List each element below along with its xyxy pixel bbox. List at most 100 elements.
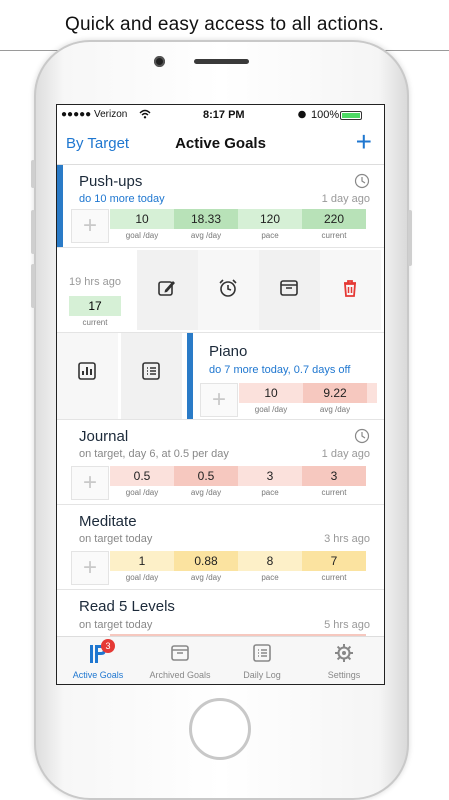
- goal-title: Meditate: [79, 513, 137, 530]
- goal-row-swiped-actions: 19 hrs ago 17 current: [57, 248, 384, 332]
- log-action[interactable]: [121, 333, 182, 419]
- stat-pace: 8: [238, 551, 302, 571]
- tab-archived-goals[interactable]: Archived Goals: [139, 637, 221, 684]
- stat-label: current: [82, 318, 108, 327]
- tab-label: Settings: [327, 670, 361, 680]
- archive-action[interactable]: [259, 250, 320, 330]
- stat-avg-per-day: 18.33: [174, 209, 238, 229]
- alarm-icon: [297, 109, 307, 122]
- power-button: [408, 210, 412, 266]
- stat-avg-per-day: 0.88: [174, 551, 238, 571]
- reminder-action[interactable]: [198, 250, 259, 330]
- stat-label: pace: [261, 231, 279, 240]
- stat-current: 7: [302, 551, 366, 571]
- archive-icon: [280, 280, 298, 296]
- goal-updated-time: 1 day ago: [321, 193, 370, 205]
- goal-updated-time: 3 hrs ago: [324, 533, 370, 545]
- goal-row-read-5-levels[interactable]: Read 5 Levels on target today 5 hrs ago: [57, 590, 384, 636]
- wifi-icon: [139, 109, 151, 122]
- tab-active-goals[interactable]: 3 Active Goals: [57, 637, 139, 684]
- stats-cells: 10 18.33 120 220: [110, 209, 366, 229]
- stat-current: 17: [69, 296, 121, 316]
- goal-row-meditate[interactable]: Meditate on target today 3 hrs ago + 1 0…: [57, 505, 384, 589]
- earpiece: [194, 59, 249, 64]
- tab-settings[interactable]: Settings: [303, 637, 384, 684]
- stat-avg-per-day: 0.5: [174, 466, 238, 486]
- stats-labels: goal /day avg /day pace current: [110, 573, 366, 582]
- stat-label: current: [321, 573, 347, 582]
- stat-label: current: [321, 231, 347, 240]
- stat-pace: 3: [238, 466, 302, 486]
- list-icon: [253, 644, 271, 662]
- stat-label: goal /day: [125, 488, 159, 497]
- gear-icon: [335, 644, 353, 662]
- clock-icon: [354, 173, 370, 189]
- stat-pace: 120: [238, 209, 302, 229]
- goal-title: Journal: [79, 428, 129, 445]
- status-bar: ●●●●● Verizon 8:17 PM 100%: [57, 105, 384, 125]
- goal-title: Push-ups: [79, 173, 143, 190]
- volume-up-button: [31, 210, 35, 254]
- sort-by-target-button[interactable]: By Target: [66, 135, 129, 152]
- list-icon: [142, 362, 160, 380]
- clock-icon: [354, 428, 370, 444]
- add-goal-button[interactable]: +: [356, 127, 372, 157]
- phone-screen: ●●●●● Verizon 8:17 PM 100% Active Goals …: [56, 104, 385, 685]
- accent-bar: [57, 165, 63, 247]
- stat-label: avg /day: [190, 231, 222, 240]
- battery-icon: [340, 111, 362, 120]
- goal-row-journal[interactable]: Journal on target, day 6, at 0.5 per day…: [57, 420, 384, 504]
- notification-badge: 3: [101, 639, 115, 653]
- goal-updated-time: 1 day ago: [321, 448, 370, 460]
- goal-status: do 7 more today, 0.7 days off: [209, 364, 351, 376]
- stats-action[interactable]: [57, 333, 118, 419]
- archive-icon: [171, 645, 189, 661]
- alarm-clock-icon: [219, 279, 237, 297]
- goal-status: on target today: [79, 533, 153, 545]
- trash-icon: [344, 280, 356, 297]
- stat-label: goal /day: [125, 231, 159, 240]
- edit-action[interactable]: [137, 250, 198, 330]
- goal-status: on target, day 6, at 0.5 per day: [79, 448, 229, 460]
- add-entry-button[interactable]: +: [71, 466, 109, 500]
- stats-cells: 1 0.88 8 7: [110, 551, 366, 571]
- tab-label: Daily Log: [243, 670, 281, 680]
- stats-labels: goal /day avg /day: [239, 405, 367, 414]
- carrier: ●●●●● Verizon: [61, 109, 128, 120]
- goal-title: Piano: [209, 343, 248, 360]
- add-entry-button[interactable]: +: [71, 209, 109, 243]
- goal-row-piano[interactable]: Piano do 7 more today, 0.7 days off + 10…: [57, 333, 384, 419]
- stat-label: avg /day: [190, 573, 222, 582]
- stat-goal-per-day: 0.5: [110, 466, 174, 486]
- tab-label: Archived Goals: [149, 670, 211, 680]
- status-time: 8:17 PM: [203, 109, 245, 121]
- stats-cells: 0.5 0.5 3 3: [110, 466, 366, 486]
- stat-label: current: [321, 488, 347, 497]
- goal-status: do 10 more today: [79, 193, 165, 205]
- caption: Quick and easy access to all actions.: [65, 14, 384, 35]
- mute-switch: [31, 160, 35, 188]
- stat-label: pace: [261, 573, 279, 582]
- stat-goal-per-day: 10: [110, 209, 174, 229]
- goal-updated-time: 19 hrs ago: [69, 276, 121, 288]
- delete-action[interactable]: [320, 250, 381, 330]
- tab-bar: 3 Active Goals Archived Goals Daily Log …: [57, 636, 384, 684]
- goal-status: on target today: [79, 619, 153, 631]
- stat-label: goal /day: [125, 573, 159, 582]
- nav-bar: Active Goals By Target +: [57, 125, 384, 165]
- edit-icon: [158, 281, 175, 296]
- stat-goal-per-day: 1: [110, 551, 174, 571]
- add-entry-button[interactable]: +: [71, 551, 109, 585]
- front-camera: [154, 56, 165, 67]
- tab-daily-log[interactable]: Daily Log: [221, 637, 303, 684]
- goal-updated-time: 5 hrs ago: [324, 619, 370, 631]
- stats-cells: 10 9.22: [239, 383, 377, 403]
- stat-avg-per-day: 9.22: [303, 383, 367, 403]
- stat-label: avg /day: [190, 488, 222, 497]
- stat-label: avg /day: [319, 405, 351, 414]
- stats-labels: goal /day avg /day pace current: [110, 231, 366, 240]
- bar-chart-icon: [78, 362, 96, 380]
- goal-row-pushups[interactable]: Push-ups do 10 more today 1 day ago + 10…: [57, 165, 384, 247]
- add-entry-button[interactable]: +: [200, 383, 238, 417]
- stat-current: 3: [302, 466, 366, 486]
